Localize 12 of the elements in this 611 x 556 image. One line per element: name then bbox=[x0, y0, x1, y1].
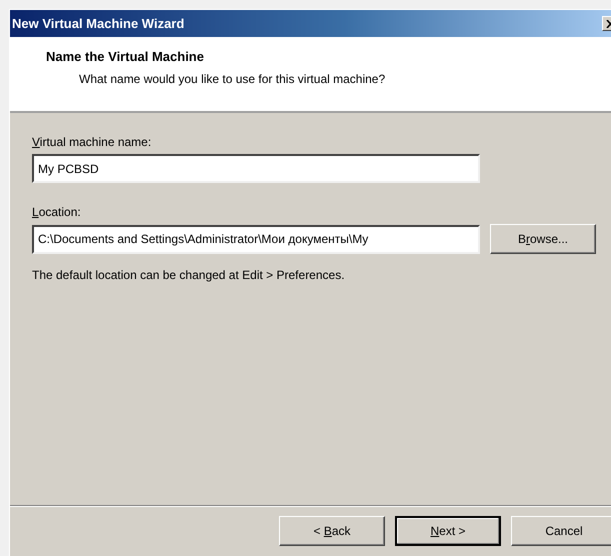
browse-button[interactable]: Browse... bbox=[490, 224, 596, 254]
window-title: New Virtual Machine Wizard bbox=[12, 14, 184, 33]
text-field[interactable]: My PCBSD bbox=[32, 154, 480, 183]
wizard-button[interactable]: < Back bbox=[279, 516, 385, 546]
field-label: Location: bbox=[32, 204, 81, 221]
wizard-button[interactable]: Next > bbox=[395, 516, 501, 546]
wizard-button[interactable]: Cancel bbox=[511, 516, 611, 546]
page-subtitle: What name would you like to use for this virtual machine? bbox=[78, 70, 386, 88]
page-title: Name the Virtual Machine bbox=[46, 48, 204, 66]
hint-text: The default location can be changed at Edit > Preferences. bbox=[31, 267, 346, 284]
field-label: Virtual machine name: bbox=[32, 134, 152, 151]
text-field[interactable]: C:\Documents and Settings\Administrator\Мои документы\My bbox=[32, 224, 480, 254]
